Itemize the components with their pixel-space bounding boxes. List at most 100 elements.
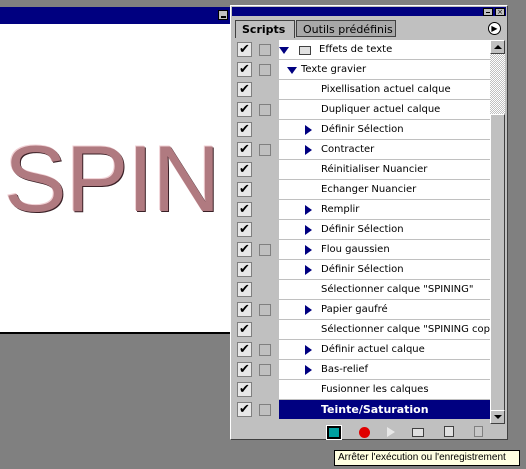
action-step-row[interactable]: ✔ Sélectionner calque "SPINING copie"	[235, 320, 490, 340]
toggle-item-checkbox[interactable]: ✔	[237, 162, 252, 177]
scroll-thumb[interactable]	[490, 114, 505, 414]
action-step-row[interactable]: ✔ Pixellisation actuel calque	[235, 80, 490, 100]
toggle-dialog-checkbox[interactable]	[259, 104, 271, 116]
actions-scrollbar[interactable]	[490, 40, 505, 424]
toggle-item-checkbox[interactable]: ✔	[237, 322, 252, 337]
palette-minimize-button[interactable]	[483, 8, 493, 16]
toggle-dialog-checkbox[interactable]	[259, 244, 271, 256]
list-item-label: Définir actuel calque	[321, 344, 425, 355]
tab-scripts[interactable]: Scripts	[235, 20, 295, 38]
action-step-row[interactable]: ✔ Contracter	[235, 140, 490, 160]
document-title-bar[interactable]	[0, 7, 232, 24]
list-item[interactable]: Pixellisation actuel calque	[279, 80, 490, 100]
new-set-folder-icon[interactable]	[412, 428, 424, 437]
toggle-dialog-checkbox[interactable]	[259, 144, 271, 156]
toggle-item-checkbox[interactable]: ✔	[237, 342, 252, 357]
list-item[interactable]: Réinitialiser Nuancier	[279, 160, 490, 180]
toggle-item-checkbox[interactable]: ✔	[237, 202, 252, 217]
action-set-row[interactable]: ✔ Effets de texte	[235, 40, 490, 60]
list-item[interactable]: Définir Sélection	[279, 260, 490, 280]
list-item[interactable]: Texte gravier	[279, 60, 490, 80]
action-step-row[interactable]: ✔ Bas-relief	[235, 360, 490, 380]
scroll-track[interactable]	[490, 54, 505, 414]
toggle-dialog-checkbox[interactable]	[259, 304, 271, 316]
collapse-triangle-icon[interactable]	[305, 245, 312, 255]
list-item[interactable]: Echanger Nuancier	[279, 180, 490, 200]
list-item[interactable]: Fusionner les calques	[279, 380, 490, 400]
collapse-triangle-icon[interactable]	[305, 265, 312, 275]
expand-triangle-icon[interactable]	[287, 67, 297, 74]
toggle-item-checkbox[interactable]: ✔	[237, 42, 252, 57]
collapse-triangle-icon[interactable]	[305, 225, 312, 235]
action-step-row[interactable]: ✔ Flou gaussien	[235, 240, 490, 260]
toggle-item-checkbox[interactable]: ✔	[237, 262, 252, 277]
list-item[interactable]: Teinte/Saturation	[279, 400, 490, 420]
action-step-row[interactable]: ✔ Echanger Nuancier	[235, 180, 490, 200]
toggle-item-checkbox[interactable]: ✔	[237, 182, 252, 197]
collapse-triangle-icon[interactable]	[305, 145, 312, 155]
action-step-row[interactable]: ✔ Remplir	[235, 200, 490, 220]
action-step-row[interactable]: ✔ Définir Sélection	[235, 220, 490, 240]
document-canvas[interactable]: SPIN	[0, 24, 232, 334]
toggle-item-checkbox[interactable]: ✔	[237, 402, 252, 417]
toggle-item-checkbox[interactable]: ✔	[237, 142, 252, 157]
trash-icon[interactable]	[474, 426, 483, 437]
toggle-dialog-checkbox[interactable]	[259, 364, 271, 376]
action-step-row[interactable]: ✔ Papier gaufré	[235, 300, 490, 320]
collapse-triangle-icon[interactable]	[305, 305, 312, 315]
collapse-triangle-icon[interactable]	[305, 125, 312, 135]
scroll-down-arrow-icon[interactable]	[490, 410, 505, 424]
toggle-item-checkbox[interactable]: ✔	[237, 362, 252, 377]
toggle-dialog-checkbox[interactable]	[259, 44, 271, 56]
action-step-row[interactable]: ✔ Sélectionner calque "SPINING"	[235, 280, 490, 300]
toggle-item-checkbox[interactable]: ✔	[237, 102, 252, 117]
action-row[interactable]: ✔ Texte gravier	[235, 60, 490, 80]
list-item[interactable]: Sélectionner calque "SPINING"	[279, 280, 490, 300]
action-step-row[interactable]: ✔ Définir actuel calque	[235, 340, 490, 360]
collapse-triangle-icon[interactable]	[305, 345, 312, 355]
toggle-item-checkbox[interactable]: ✔	[237, 242, 252, 257]
toggle-dialog-checkbox[interactable]	[259, 64, 271, 76]
list-item[interactable]: Sélectionner calque "SPINING copie"	[279, 320, 490, 340]
action-step-row[interactable]: ✔ Réinitialiser Nuancier	[235, 160, 490, 180]
list-item[interactable]: Définir Sélection	[279, 220, 490, 240]
palette-menu-arrow-icon[interactable]: ▶	[488, 22, 501, 35]
list-item[interactable]: Papier gaufré	[279, 300, 490, 320]
tab-outils-predefinis[interactable]: Outils prédéfinis	[296, 20, 396, 37]
collapse-triangle-icon[interactable]	[305, 205, 312, 215]
list-item[interactable]: Contracter	[279, 140, 490, 160]
play-icon[interactable]	[387, 427, 395, 437]
toggle-item-checkbox[interactable]: ✔	[237, 302, 252, 317]
action-step-row[interactable]: ✔ Définir Sélection	[235, 260, 490, 280]
toggle-item-checkbox[interactable]: ✔	[237, 282, 252, 297]
scroll-up-arrow-icon[interactable]	[490, 40, 505, 54]
stop-icon[interactable]	[326, 425, 342, 440]
document-minimize-button[interactable]	[218, 10, 228, 20]
action-step-row[interactable]: ✔ Teinte/Saturation	[235, 400, 490, 420]
new-action-icon[interactable]	[444, 426, 454, 437]
record-icon[interactable]	[359, 427, 370, 438]
toggle-item-checkbox[interactable]: ✔	[237, 122, 252, 137]
toggle-item-checkbox[interactable]: ✔	[237, 222, 252, 237]
list-item[interactable]: Dupliquer actuel calque	[279, 100, 490, 120]
toggle-dialog-checkbox[interactable]	[259, 404, 271, 416]
palette-title-bar[interactable]	[232, 7, 506, 16]
list-item[interactable]: Bas-relief	[279, 360, 490, 380]
list-item[interactable]: Flou gaussien	[279, 240, 490, 260]
list-item[interactable]: Effets de texte	[279, 40, 490, 60]
action-step-row[interactable]: ✔ Fusionner les calques	[235, 380, 490, 400]
list-item[interactable]: Définir actuel calque	[279, 340, 490, 360]
action-step-row[interactable]: ✔ Dupliquer actuel calque	[235, 100, 490, 120]
list-item-label: Papier gaufré	[321, 304, 388, 315]
toggle-item-checkbox[interactable]: ✔	[237, 62, 252, 77]
expand-triangle-icon[interactable]	[279, 47, 289, 54]
list-item[interactable]: Remplir	[279, 200, 490, 220]
toggle-dialog-checkbox[interactable]	[259, 344, 271, 356]
toggle-item-checkbox[interactable]: ✔	[237, 82, 252, 97]
collapse-triangle-icon[interactable]	[305, 365, 312, 375]
action-step-row[interactable]: ✔ Définir Sélection	[235, 120, 490, 140]
palette-close-button[interactable]: ×	[495, 8, 505, 16]
toggle-item-checkbox[interactable]: ✔	[237, 382, 252, 397]
collapse-triangle-icon[interactable]	[305, 405, 312, 415]
list-item[interactable]: Définir Sélection	[279, 120, 490, 140]
